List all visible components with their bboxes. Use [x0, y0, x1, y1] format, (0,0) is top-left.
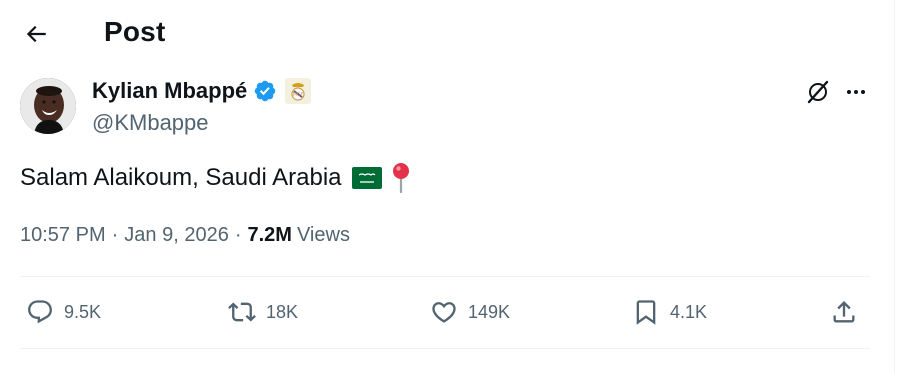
post-body: Salam Alaikoum, Saudi Arabia	[20, 162, 410, 194]
divider	[20, 348, 870, 349]
like-count: 149K	[468, 301, 511, 322]
grok-button[interactable]	[802, 78, 834, 110]
display-name[interactable]: Kylian Mbappé	[92, 78, 247, 104]
repost-count: 18K	[266, 301, 299, 322]
bookmark-count: 4.1K	[670, 301, 708, 322]
action-bar: 9.5K 18K 149K 4.1K	[20, 290, 870, 336]
more-dots-icon	[844, 80, 868, 109]
arrow-left-icon	[23, 21, 49, 52]
reply-button[interactable]: 9.5K	[24, 296, 101, 328]
bookmark-icon	[630, 296, 662, 328]
round-pushpin-icon	[392, 162, 410, 194]
share-icon	[828, 296, 860, 328]
repost-button[interactable]: 18K	[226, 296, 298, 328]
like-button[interactable]: 149K	[428, 296, 510, 328]
name-row: Kylian Mbappé MCF	[92, 78, 312, 104]
views-count: 7.2M	[247, 224, 292, 246]
reply-count: 9.5K	[64, 301, 102, 322]
views-label: Views	[296, 224, 350, 246]
post-time[interactable]: 10:57 PM	[20, 224, 106, 247]
page-title: Post	[104, 16, 166, 47]
back-button[interactable]	[18, 18, 54, 54]
svg-text:MCF: MCF	[293, 92, 304, 98]
post-author: Kylian Mbappé MCF @KMbappe	[20, 76, 870, 140]
user-handle[interactable]: @KMbappe	[92, 110, 209, 136]
post-text: Salam Alaikoum, Saudi Arabia	[20, 164, 342, 191]
saudi-arabia-flag-icon	[351, 167, 382, 189]
header: Post	[0, 0, 895, 68]
divider	[20, 276, 870, 277]
post-metadata: 10:57 PM · Jan 9, 2026 · 7.2M Views	[20, 224, 350, 247]
heart-icon	[428, 296, 460, 328]
real-madrid-crest-icon[interactable]: MCF	[285, 78, 312, 104]
avatar[interactable]	[20, 78, 76, 134]
separator-dot: ·	[111, 224, 119, 246]
bookmark-button[interactable]: 4.1K	[630, 296, 707, 328]
share-button[interactable]	[828, 296, 860, 328]
post-date[interactable]: Jan 9, 2026	[124, 224, 229, 247]
grok-icon	[805, 79, 831, 110]
verified-badge-icon[interactable]	[253, 79, 277, 103]
separator-dot: ·	[234, 224, 242, 246]
more-options-button[interactable]	[840, 78, 872, 110]
repost-icon	[226, 296, 258, 328]
reply-icon	[24, 296, 56, 328]
